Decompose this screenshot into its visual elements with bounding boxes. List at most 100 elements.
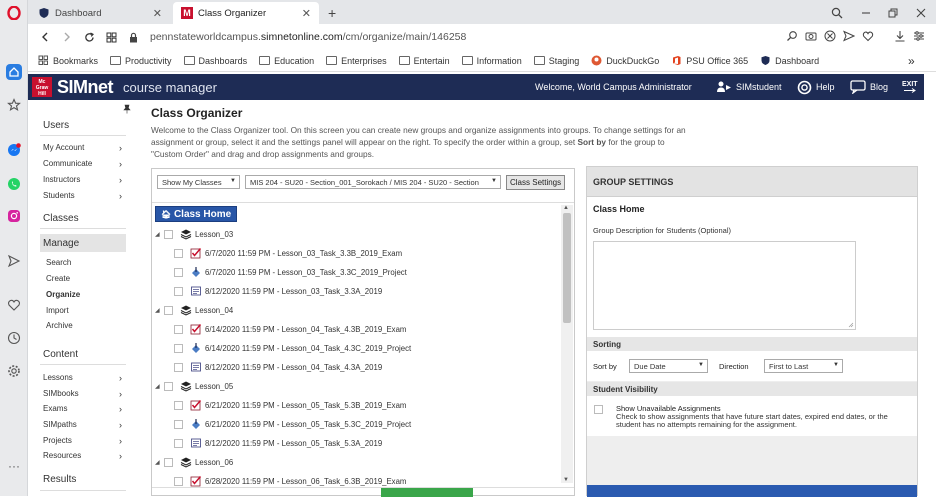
blog-link[interactable]: Blog [850,80,888,94]
nav-resources[interactable]: Resources › [28,451,138,461]
more-bookmarks-button[interactable]: » [908,54,915,68]
close-tab-icon[interactable]: ✕ [302,7,311,20]
row-checkbox[interactable] [164,305,173,315]
forward-icon[interactable] [56,26,78,48]
simnet-logo[interactable]: SIMnet [57,77,114,98]
tree-assignment-row[interactable]: 6/7/2020 11:59 PM - Lesson_03_Task_3.3B_… [174,247,402,259]
star-icon[interactable] [6,97,22,113]
messenger-icon[interactable] [6,142,22,158]
lock-icon[interactable] [122,26,144,48]
heart-outline-icon[interactable] [862,30,874,42]
nav-simbooks[interactable]: SIMbooks › [28,389,138,399]
direction-select[interactable]: First to Last ▼ [764,359,843,373]
bookmark-staging[interactable]: Staging [533,56,579,66]
scroll-thumb[interactable] [563,213,571,323]
row-checkbox[interactable] [164,457,173,467]
nav-exams[interactable]: Exams › [28,404,138,414]
row-checkbox[interactable] [174,286,183,296]
row-checkbox[interactable] [174,419,183,429]
tab-search-icon[interactable] [823,2,851,24]
nav-projects[interactable]: Projects › [28,436,138,446]
camera-icon[interactable] [805,30,817,42]
restore-icon[interactable] [880,2,906,24]
bookmark-education[interactable]: Education [259,56,314,66]
collapse-triangle-icon[interactable]: ◢ [155,307,160,314]
row-checkbox[interactable] [174,438,183,448]
adblock-icon[interactable] [824,30,836,42]
row-checkbox[interactable] [164,229,173,239]
row-checkbox[interactable] [164,381,173,391]
class-select[interactable]: MIS 204 - SU20 - Section_001_Sorokach / … [245,175,501,189]
row-checkbox[interactable] [174,324,183,334]
tree-assignment-row[interactable]: 6/14/2020 11:59 PM - Lesson_04_Task_4.3B… [174,323,406,335]
bookmark-enterprises[interactable]: Enterprises [326,56,387,66]
tree-assignment-row[interactable]: 6/7/2020 11:59 PM - Lesson_03_Task_3.3C_… [174,266,407,278]
nav-archive[interactable]: Archive [28,321,138,330]
nav-import[interactable]: Import [28,306,138,315]
bookmark-productivity[interactable]: Productivity [110,56,172,66]
row-checkbox[interactable] [174,343,183,353]
whatsapp-icon[interactable] [6,176,22,192]
scroll-down-icon[interactable]: ▼ [563,477,569,483]
tree-scrollbar[interactable]: ▲ ▼ [561,205,573,483]
tree-group-row[interactable]: ◢ Lesson_05 [155,380,233,392]
nav-lessons[interactable]: Lessons › [28,373,138,383]
sort-by-select[interactable]: Due Date ▼ [629,359,708,373]
nav-students[interactable]: Students › [28,191,138,201]
instagram-icon[interactable] [6,208,22,224]
download-icon[interactable] [894,30,906,42]
bookmark-dashboard[interactable]: Dashboard [760,55,819,66]
tree-assignment-row[interactable]: 8/12/2020 11:59 PM - Lesson_03_Task_3.3A… [174,285,382,297]
nav-search[interactable]: Search [28,258,138,267]
back-icon[interactable] [34,26,56,48]
row-checkbox[interactable] [174,362,183,372]
bookmark-information[interactable]: Information [461,56,522,66]
tab-dashboard[interactable]: Dashboard ✕ [30,2,170,24]
simstudent-link[interactable]: SIMstudent [716,80,782,94]
tab-class-organizer[interactable]: M Class Organizer ✕ [173,2,319,24]
tree-assignment-row[interactable]: 8/12/2020 11:59 PM - Lesson_04_Task_4.3A… [174,361,382,373]
tree-assignment-row[interactable]: 6/21/2020 11:59 PM - Lesson_05_Task_5.3B… [174,399,406,411]
class-filter-select[interactable]: Show My Classes ▼ [157,175,240,189]
nav-organize[interactable]: Organize [28,290,138,299]
bookmark-dashboards[interactable]: Dashboards [183,56,247,66]
row-checkbox[interactable] [174,248,183,258]
url-field[interactable]: pennstateworldcampus.simnetonline.com/cm… [150,31,466,43]
bookmark-psu-office[interactable]: PSU Office 365 [671,55,748,66]
class-settings-button[interactable]: Class Settings [506,175,566,190]
resize-handle-icon[interactable] [848,322,854,328]
bookmark-entertain[interactable]: Entertain [398,56,450,66]
tree-assignment-row[interactable]: 6/28/2020 11:59 PM - Lesson_06_Task_6.3B… [174,475,406,487]
row-checkbox[interactable] [174,476,183,486]
group-description-textarea[interactable] [593,241,856,330]
history-clock-icon[interactable] [6,330,22,346]
heart-icon[interactable] [6,297,22,313]
reload-icon[interactable] [78,26,100,48]
tree-group-row[interactable]: ◢ Lesson_04 [155,304,233,316]
class-home-node[interactable]: 🏠︎ Class Home [155,206,238,222]
send-icon[interactable] [6,253,22,269]
close-window-icon[interactable] [908,2,934,24]
help-link[interactable]: Help [797,80,835,95]
exit-link[interactable]: EXIT [902,81,918,93]
send-arrow-icon[interactable] [843,30,855,42]
more-dots-icon[interactable]: ··· [6,458,22,474]
tree-group-row[interactable]: ◢ Lesson_03 [155,228,233,240]
collapse-triangle-icon[interactable]: ◢ [155,383,160,390]
tree-group-row[interactable]: ◢ Lesson_06 [155,456,233,468]
nav-instructors[interactable]: Instructors › [28,175,138,185]
tree-assignment-row[interactable]: 6/14/2020 11:59 PM - Lesson_04_Task_4.3C… [174,342,411,354]
row-checkbox[interactable] [174,400,183,410]
tab-grid-icon[interactable] [100,26,122,48]
collapse-triangle-icon[interactable]: ◢ [155,459,160,466]
opera-logo-icon[interactable] [6,5,22,21]
nav-simpaths[interactable]: SIMpaths › [28,420,138,430]
zoom-search-icon[interactable] [786,30,798,42]
tree-assignment-row[interactable]: 6/21/2020 11:59 PM - Lesson_05_Task_5.3C… [174,418,411,430]
nav-create[interactable]: Create [28,274,138,283]
row-checkbox[interactable] [174,267,183,277]
easy-setup-icon[interactable] [913,30,925,42]
settings-gear-icon[interactable] [6,363,22,379]
bookmark-duckduckgo[interactable]: DuckDuckGo [591,55,659,66]
collapse-triangle-icon[interactable]: ◢ [155,231,160,238]
